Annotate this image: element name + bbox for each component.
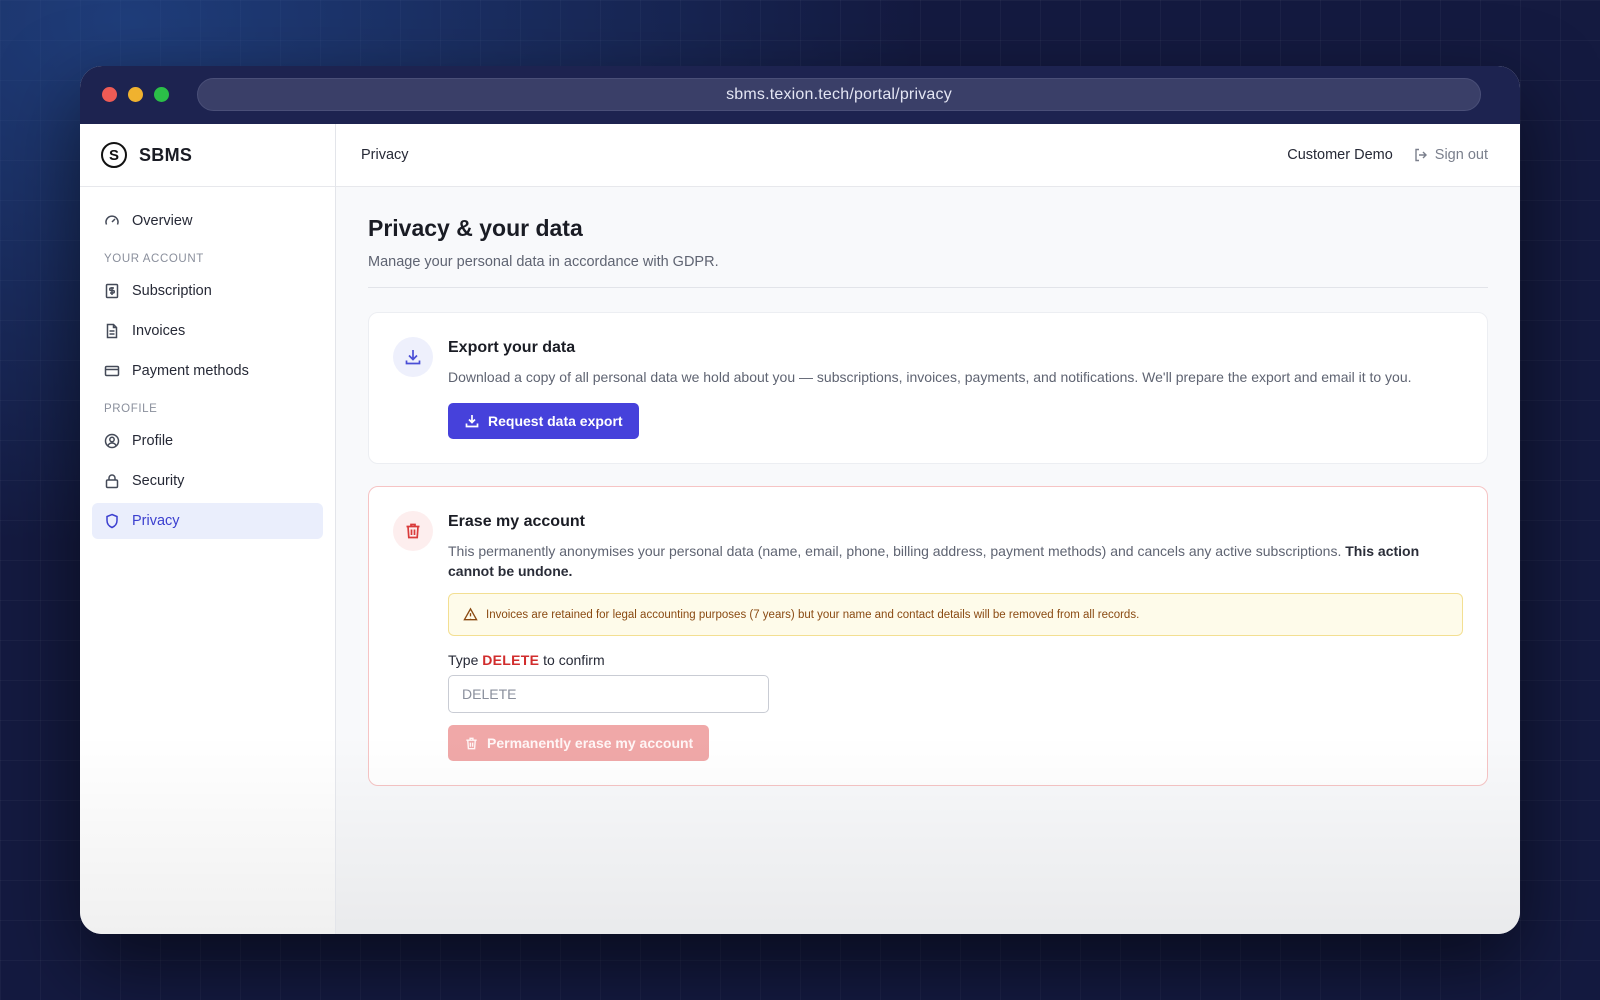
breadcrumb: Privacy bbox=[361, 147, 409, 163]
permanently-erase-account-label: Permanently erase my account bbox=[487, 735, 694, 751]
confirm-prefix: Type bbox=[448, 652, 479, 668]
download-icon bbox=[393, 337, 433, 377]
confirm-suffix: to confirm bbox=[543, 652, 605, 668]
sign-out-icon bbox=[1413, 147, 1429, 163]
sidebar-item-label: Payment methods bbox=[132, 363, 249, 379]
sidebar-item-label: Overview bbox=[132, 213, 193, 229]
shield-icon bbox=[104, 513, 120, 529]
sidebar-item-label: Security bbox=[132, 473, 185, 489]
brand[interactable]: S SBMS bbox=[80, 124, 335, 187]
retention-warning: Invoices are retained for legal accounti… bbox=[448, 593, 1463, 636]
sidebar-nav: Overview YOUR ACCOUNT Subscription Invoi… bbox=[80, 187, 335, 559]
gauge-icon bbox=[104, 213, 120, 229]
export-card-body: Export your data Download a copy of all … bbox=[448, 337, 1463, 439]
erase-card-title: Erase my account bbox=[448, 513, 585, 530]
app-shell: S SBMS Overview YOUR ACCOUNT Subscriptio… bbox=[80, 124, 1520, 934]
permanently-erase-account-button[interactable]: Permanently erase my account bbox=[448, 725, 710, 761]
browser-window: sbms.texion.tech/portal/privacy S SBMS O… bbox=[80, 66, 1520, 934]
request-data-export-label: Request data export bbox=[488, 413, 623, 429]
download-icon bbox=[464, 413, 480, 429]
sidebar-item-payment-methods[interactable]: Payment methods bbox=[92, 353, 323, 389]
divider bbox=[368, 287, 1488, 288]
close-window-button[interactable] bbox=[102, 87, 117, 102]
user-circle-icon bbox=[104, 433, 120, 449]
sidebar-item-overview[interactable]: Overview bbox=[92, 203, 323, 239]
document-icon bbox=[104, 323, 120, 339]
page-title: Privacy & your data bbox=[368, 215, 583, 241]
sign-out-label: Sign out bbox=[1434, 147, 1488, 163]
delete-confirmation-input[interactable] bbox=[448, 675, 769, 713]
sidebar: S SBMS Overview YOUR ACCOUNT Subscriptio… bbox=[80, 124, 336, 934]
sidebar-item-security[interactable]: Security bbox=[92, 463, 323, 499]
sign-out-button[interactable]: Sign out bbox=[1413, 147, 1488, 163]
export-card-description: Download a copy of all personal data we … bbox=[448, 369, 1412, 385]
brand-name: SBMS bbox=[139, 144, 193, 165]
erase-account-card: Erase my account This permanently anonym… bbox=[368, 486, 1488, 786]
confirm-keyword: DELETE bbox=[482, 652, 540, 668]
sidebar-section-profile: PROFILE bbox=[104, 403, 158, 415]
warning-triangle-icon bbox=[463, 607, 478, 622]
sidebar-item-profile[interactable]: Profile bbox=[92, 423, 323, 459]
sidebar-section-your-account: YOUR ACCOUNT bbox=[104, 253, 204, 265]
erase-card-body: Erase my account This permanently anonym… bbox=[448, 511, 1463, 761]
sidebar-item-invoices[interactable]: Invoices bbox=[92, 313, 323, 349]
lock-icon bbox=[104, 473, 120, 489]
sidebar-item-label: Subscription bbox=[132, 283, 212, 299]
trash-icon bbox=[464, 736, 479, 751]
retention-warning-text: Invoices are retained for legal accounti… bbox=[486, 608, 1140, 621]
browser-titlebar: sbms.texion.tech/portal/privacy bbox=[80, 66, 1520, 124]
erase-card-description-text: This permanently anonymises your persona… bbox=[448, 543, 1342, 559]
sidebar-vignette bbox=[80, 734, 335, 934]
user-name: Customer Demo bbox=[1287, 147, 1393, 163]
address-bar-url: sbms.texion.tech/portal/privacy bbox=[726, 85, 952, 103]
sidebar-item-label: Privacy bbox=[132, 513, 180, 529]
page-content: Privacy & your data Manage your personal… bbox=[336, 187, 1520, 786]
sidebar-item-label: Profile bbox=[132, 433, 174, 449]
export-data-card: Export your data Download a copy of all … bbox=[368, 312, 1488, 464]
topbar: Privacy Customer Demo Sign out bbox=[336, 124, 1520, 187]
credit-card-icon bbox=[104, 363, 120, 379]
page-subtitle: Manage your personal data in accordance … bbox=[368, 254, 719, 270]
maximize-window-button[interactable] bbox=[154, 87, 169, 102]
sidebar-item-label: Invoices bbox=[132, 323, 186, 339]
trash-icon bbox=[393, 511, 433, 551]
sidebar-item-privacy[interactable]: Privacy bbox=[92, 503, 323, 539]
sidebar-item-subscription[interactable]: Subscription bbox=[92, 273, 323, 309]
confirm-label: Type DELETE to confirm bbox=[448, 652, 1463, 668]
main-area: Privacy Customer Demo Sign out Privacy &… bbox=[336, 124, 1520, 934]
sbms-logo-icon: S bbox=[101, 142, 127, 168]
address-bar[interactable]: sbms.texion.tech/portal/privacy bbox=[197, 78, 1481, 111]
erase-card-description: This permanently anonymises your persona… bbox=[448, 541, 1463, 581]
export-card-title: Export your data bbox=[448, 339, 576, 356]
minimize-window-button[interactable] bbox=[128, 87, 143, 102]
dollar-receipt-icon bbox=[104, 283, 120, 299]
request-data-export-button[interactable]: Request data export bbox=[448, 403, 639, 439]
